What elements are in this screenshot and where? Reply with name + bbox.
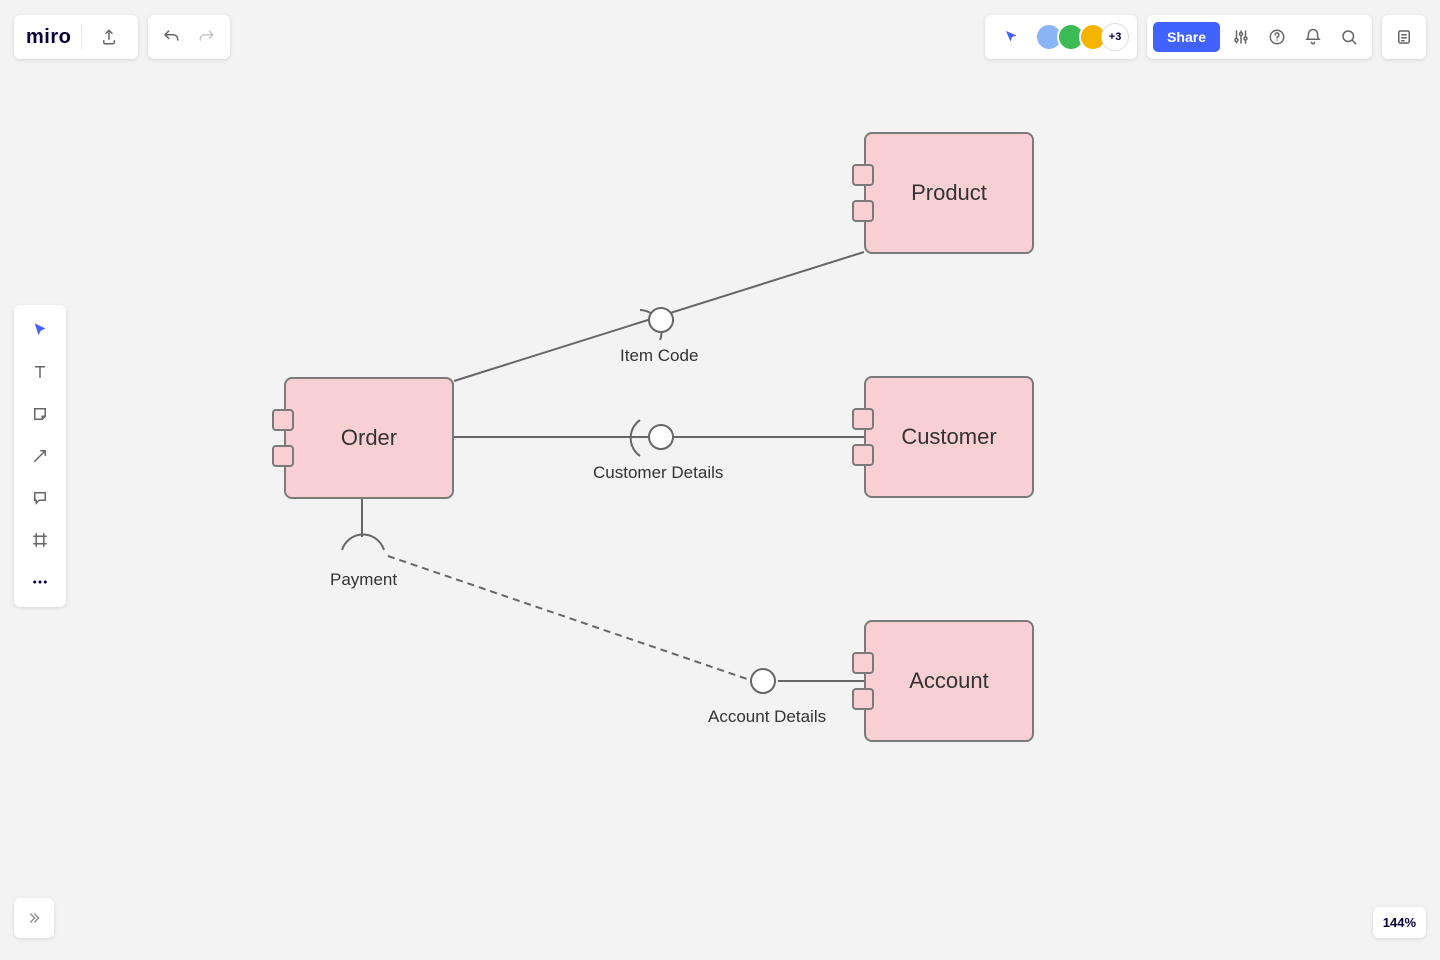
interface-ball-item-code[interactable] — [648, 307, 674, 333]
component-label: Customer — [901, 424, 996, 450]
port — [852, 652, 874, 674]
component-order[interactable]: Order — [284, 377, 454, 499]
canvas[interactable]: Order Product Customer Account Item Code… — [0, 0, 1440, 960]
port — [272, 409, 294, 431]
component-label: Order — [341, 425, 397, 451]
interface-label-payment: Payment — [330, 570, 397, 590]
port — [852, 164, 874, 186]
port — [852, 444, 874, 466]
interface-label-item-code: Item Code — [620, 346, 698, 366]
interface-label-customer-details: Customer Details — [593, 463, 723, 483]
port-stack — [272, 409, 294, 467]
component-label: Product — [911, 180, 987, 206]
port — [852, 200, 874, 222]
port — [852, 408, 874, 430]
component-customer[interactable]: Customer — [864, 376, 1034, 498]
port-stack — [852, 652, 874, 710]
interface-label-account-details: Account Details — [708, 707, 826, 727]
port — [272, 445, 294, 467]
port-stack — [852, 408, 874, 466]
port — [852, 688, 874, 710]
interface-ball-account-details[interactable] — [750, 668, 776, 694]
component-product[interactable]: Product — [864, 132, 1034, 254]
component-label: Account — [909, 668, 989, 694]
interface-ball-customer-details[interactable] — [648, 424, 674, 450]
component-account[interactable]: Account — [864, 620, 1034, 742]
port-stack — [852, 164, 874, 222]
